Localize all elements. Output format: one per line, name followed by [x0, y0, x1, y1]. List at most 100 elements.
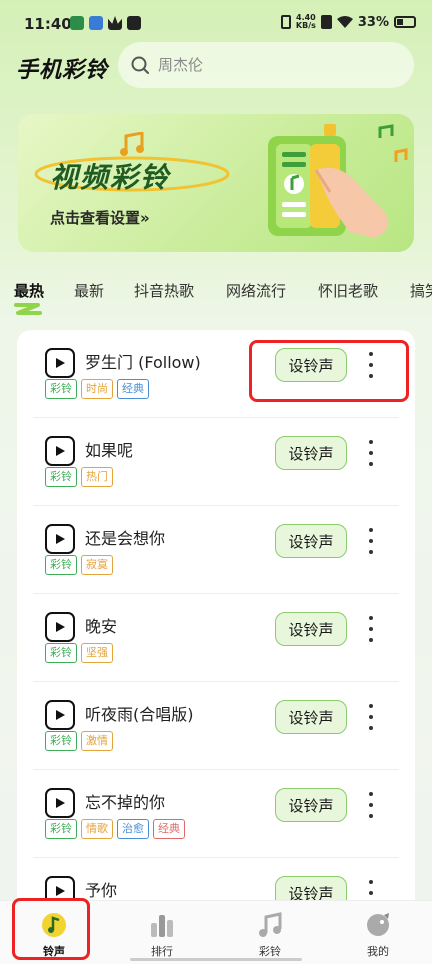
play-icon: [56, 622, 65, 632]
play-button[interactable]: [45, 436, 75, 466]
song-title: 晚安: [85, 617, 118, 636]
tab-funny[interactable]: 搞笑: [410, 280, 432, 301]
tag-badge: 时尚: [81, 379, 113, 399]
nav-label: 排行: [151, 945, 173, 958]
app-notification-icon: [89, 16, 103, 30]
tag-badge: 情歌: [81, 819, 113, 839]
list-item[interactable]: 听夜雨(合唱版) 彩铃 激情 设铃声: [17, 682, 415, 770]
status-time: 11:40: [24, 15, 72, 33]
search-bar[interactable]: [118, 42, 414, 88]
tag-badge: 治愈: [117, 819, 149, 839]
tag-list: 彩铃 热门: [45, 467, 113, 487]
nav-profile[interactable]: 我的: [324, 901, 432, 964]
active-tab-indicator: [14, 303, 42, 315]
battery-percent: 33%: [357, 14, 389, 30]
no-sim-icon: [320, 15, 332, 29]
song-title: 听夜雨(合唱版): [85, 705, 194, 724]
nav-label: 彩铃: [259, 945, 281, 958]
banner-subtitle: 点击查看设置»: [50, 209, 150, 227]
nav-ranking[interactable]: 排行: [108, 901, 216, 964]
category-tabs: 最热 最新 抖音热歌 网络流行 怀旧老歌 搞笑: [0, 280, 432, 316]
message-icon: [127, 16, 141, 30]
nav-ringback[interactable]: 彩铃: [216, 901, 324, 964]
tab-newest[interactable]: 最新: [74, 280, 104, 301]
list-item[interactable]: 忘不掉的你 彩铃 情歌 治愈 经典 设铃声: [17, 770, 415, 858]
banner-title: 视频彩铃: [50, 161, 171, 194]
song-title: 还是会想你: [85, 529, 166, 548]
play-icon: [56, 534, 65, 544]
tag-badge: 经典: [153, 819, 185, 839]
tag-list: 彩铃 激情: [45, 731, 113, 751]
list-item[interactable]: 如果呢 彩铃 热门 设铃声: [17, 418, 415, 506]
tab-oldies[interactable]: 怀旧老歌: [318, 280, 378, 301]
more-options-icon[interactable]: [364, 616, 378, 642]
tag-badge: 寂寞: [81, 555, 113, 575]
highlight-set-ringtone: [249, 340, 409, 402]
play-icon: [56, 446, 65, 456]
crown-icon: [108, 16, 122, 30]
more-options-icon[interactable]: [364, 528, 378, 554]
tag-list: 彩铃 情歌 治愈 经典: [45, 819, 185, 839]
play-button[interactable]: [45, 524, 75, 554]
tag-badge: 经典: [117, 379, 149, 399]
tab-internet[interactable]: 网络流行: [226, 280, 286, 301]
tag-badge: 热门: [81, 467, 113, 487]
tag-badge: 彩铃: [45, 379, 77, 399]
song-title: 罗生门 (Follow): [85, 353, 201, 372]
play-button[interactable]: [45, 788, 75, 818]
tab-douyin[interactable]: 抖音热歌: [134, 280, 194, 301]
ringback-icon: [259, 912, 282, 937]
app-title: 手机彩铃: [16, 58, 109, 83]
tag-list: 彩铃 寂寞: [45, 555, 113, 575]
ringtone-list: 罗生门 (Follow) 彩铃 时尚 经典 设铃声 如果呢 彩铃 热门 设铃声 还是会想你 彩铃 寂寞…: [17, 330, 415, 930]
nav-label: 我的: [367, 945, 389, 958]
more-options-icon[interactable]: [364, 440, 378, 466]
speed-unit: KB/s: [295, 21, 316, 30]
search-icon: [131, 56, 149, 74]
status-bar: 11:40 4.40 KB/s 33%: [0, 0, 432, 42]
set-ringtone-button[interactable]: 设铃声: [275, 436, 347, 470]
set-ringtone-button[interactable]: 设铃声: [275, 612, 347, 646]
video-ringtone-banner[interactable]: 视频彩铃 点击查看设置»: [18, 114, 414, 252]
tag-badge: 彩铃: [45, 643, 77, 663]
play-icon: [56, 798, 65, 808]
vibrate-icon: [280, 15, 291, 29]
home-indicator: [130, 958, 302, 961]
search-input[interactable]: [158, 56, 398, 74]
play-icon: [56, 886, 65, 896]
song-title: 予你: [85, 881, 118, 900]
ranking-icon: [151, 915, 173, 937]
tag-badge: 激情: [81, 731, 113, 751]
play-button[interactable]: [45, 612, 75, 642]
tag-badge: 彩铃: [45, 467, 77, 487]
tag-badge: 彩铃: [45, 555, 77, 575]
music-note-icon: [120, 132, 144, 156]
app-notification-icon: [70, 16, 84, 30]
phone-hand-illustration: [268, 124, 408, 238]
set-ringtone-button[interactable]: 设铃声: [275, 524, 347, 558]
song-title: 忘不掉的你: [85, 793, 166, 812]
set-ringtone-button[interactable]: 设铃声: [275, 788, 347, 822]
play-button[interactable]: [45, 700, 75, 730]
more-options-icon[interactable]: [364, 704, 378, 730]
song-title: 如果呢: [85, 441, 134, 460]
notification-icons: [70, 16, 141, 30]
tag-badge: 彩铃: [45, 819, 77, 839]
profile-icon: [367, 913, 389, 936]
play-icon: [56, 710, 65, 720]
set-ringtone-button[interactable]: 设铃声: [275, 700, 347, 734]
tag-list: 彩铃 时尚 经典: [45, 379, 149, 399]
tag-list: 彩铃 坚强: [45, 643, 113, 663]
tab-hottest[interactable]: 最热: [14, 280, 44, 301]
highlight-nav-ringtones: [12, 898, 90, 960]
play-icon: [56, 358, 65, 368]
battery-icon: [394, 16, 416, 28]
more-options-icon[interactable]: [364, 792, 378, 818]
tag-badge: 彩铃: [45, 731, 77, 751]
play-button[interactable]: [45, 348, 75, 378]
tag-badge: 坚强: [81, 643, 113, 663]
wifi-icon: [336, 15, 353, 28]
status-right: 4.40 KB/s 33%: [280, 14, 416, 30]
list-item[interactable]: 晚安 彩铃 坚强 设铃声: [17, 594, 415, 682]
list-item[interactable]: 还是会想你 彩铃 寂寞 设铃声: [17, 506, 415, 594]
